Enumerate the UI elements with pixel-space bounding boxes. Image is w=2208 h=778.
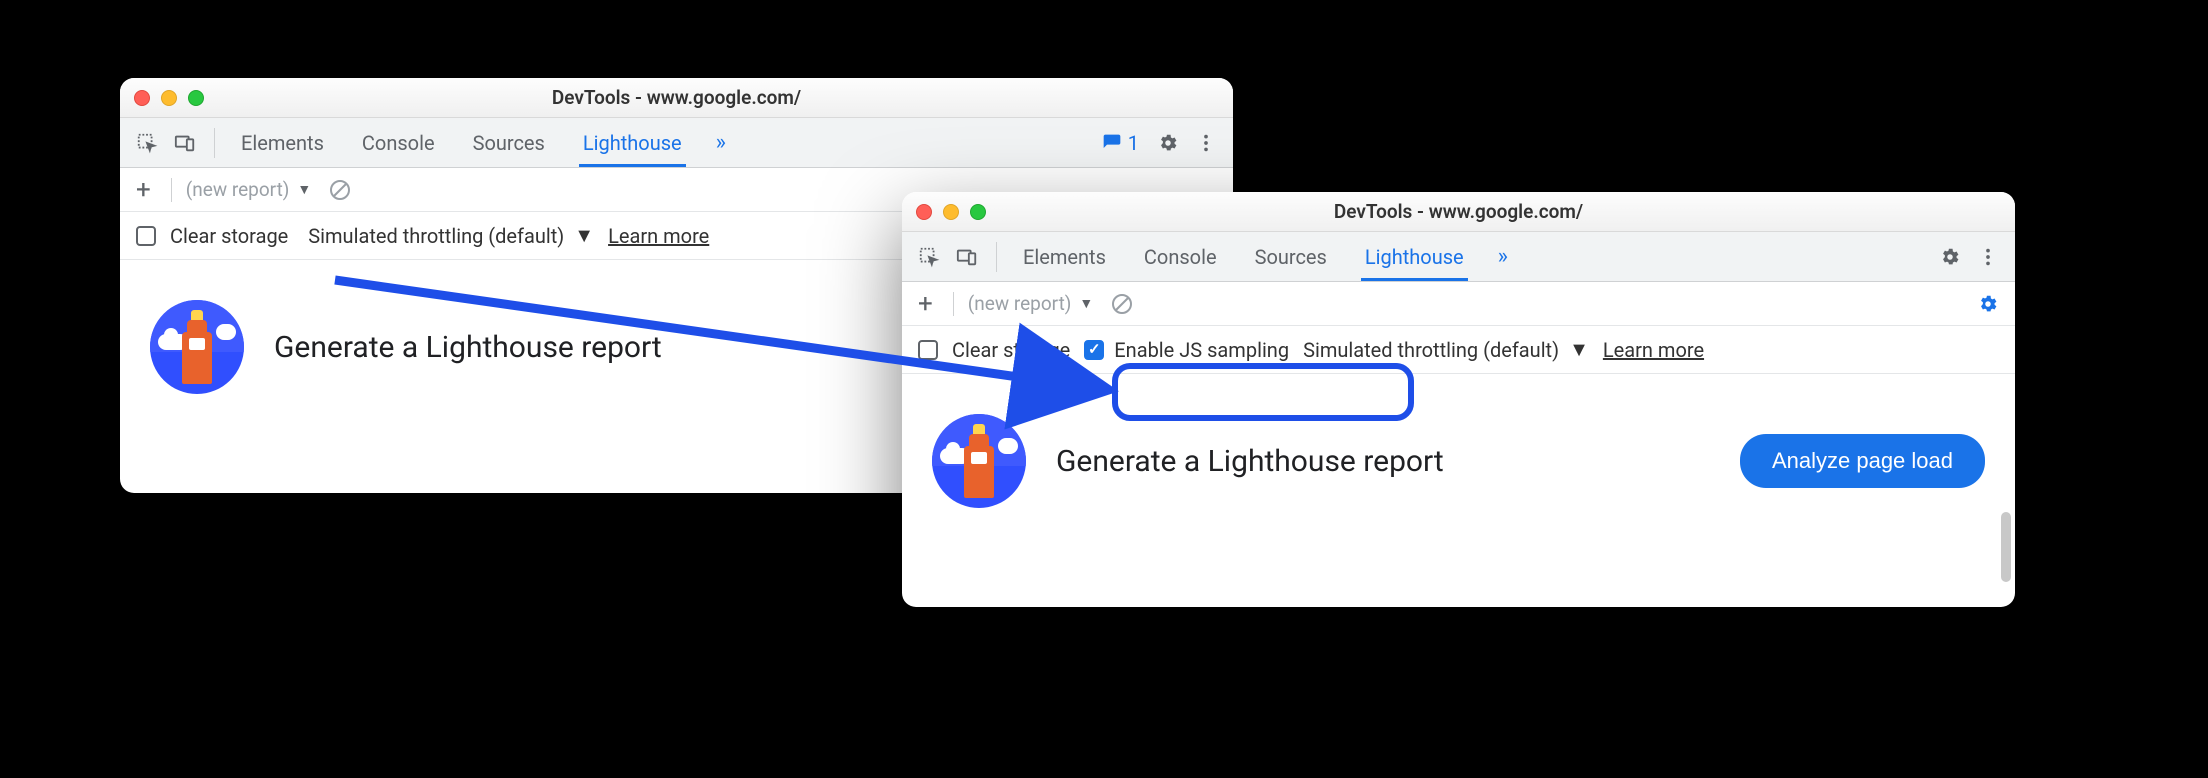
issues-button[interactable]: 1	[1094, 127, 1147, 159]
enable-js-sampling-checkbox[interactable]	[1084, 340, 1104, 360]
window-title: DevTools - www.google.com/	[902, 200, 2015, 223]
scrollbar-thumb[interactable]	[2001, 512, 2011, 582]
lighthouse-logo-icon	[932, 414, 1026, 508]
device-toolbar-icon[interactable]	[168, 126, 202, 160]
tab-lighthouse[interactable]: Lighthouse	[1361, 233, 1468, 281]
window-title: DevTools - www.google.com/	[120, 86, 1233, 109]
lighthouse-main: Generate a Lighthouse report Analyze pag…	[902, 374, 2015, 548]
caret-down-icon: ▼	[297, 181, 311, 198]
more-menu-icon[interactable]	[1189, 126, 1223, 160]
lighthouse-subbar: + (new report) ▼	[902, 282, 2015, 326]
tab-elements[interactable]: Elements	[1019, 233, 1110, 281]
throttling-select[interactable]: Simulated throttling (default) ▼	[1303, 337, 1589, 362]
devtools-tabbar: Elements Console Sources Lighthouse » 1	[120, 118, 1233, 168]
tab-console[interactable]: Console	[1140, 233, 1221, 281]
settings-gear-icon[interactable]	[1151, 126, 1185, 160]
tab-elements[interactable]: Elements	[237, 119, 328, 167]
lighthouse-logo-icon	[150, 300, 244, 394]
more-tabs-icon[interactable]: »	[716, 130, 726, 155]
settings-gear-icon[interactable]	[1933, 240, 1967, 274]
clear-storage-label: Clear storage	[952, 338, 1070, 362]
tab-console[interactable]: Console	[358, 119, 439, 167]
caret-down-icon: ▼	[1079, 295, 1093, 312]
clear-storage-checkbox[interactable]	[918, 340, 938, 360]
learn-more-link[interactable]: Learn more	[1603, 338, 1704, 362]
more-menu-icon[interactable]	[1971, 240, 2005, 274]
clear-storage-label: Clear storage	[170, 224, 288, 248]
tab-sources[interactable]: Sources	[469, 119, 549, 167]
new-report-icon[interactable]: +	[130, 175, 157, 205]
throttling-select[interactable]: Simulated throttling (default) ▼	[308, 223, 594, 248]
inspect-element-icon[interactable]	[130, 126, 164, 160]
clear-icon[interactable]	[323, 173, 357, 207]
tab-lighthouse[interactable]: Lighthouse	[579, 119, 686, 167]
more-tabs-icon[interactable]: »	[1498, 244, 1508, 269]
device-toolbar-icon[interactable]	[950, 240, 984, 274]
caret-down-icon: ▼	[1569, 337, 1589, 362]
report-dropdown[interactable]: (new report) ▼	[186, 178, 312, 201]
devtools-window-after: DevTools - www.google.com/ Elements Cons…	[902, 192, 2015, 607]
issues-count: 1	[1128, 131, 1139, 155]
page-heading: Generate a Lighthouse report	[1056, 444, 1710, 479]
lighthouse-options-row: Clear storage Enable JS sampling Simulat…	[902, 326, 2015, 374]
titlebar: DevTools - www.google.com/	[120, 78, 1233, 118]
analyze-button[interactable]: Analyze page load	[1740, 434, 1985, 488]
enable-js-sampling-label: Enable JS sampling	[1114, 338, 1289, 362]
new-report-icon[interactable]: +	[912, 289, 939, 319]
devtools-tabbar: Elements Console Sources Lighthouse »	[902, 232, 2015, 282]
lighthouse-settings-gear-icon[interactable]	[1971, 287, 2005, 321]
clear-icon[interactable]	[1105, 287, 1139, 321]
learn-more-link[interactable]: Learn more	[608, 224, 709, 248]
enable-js-sampling-group: Enable JS sampling	[1084, 338, 1289, 362]
clear-storage-checkbox[interactable]	[136, 226, 156, 246]
caret-down-icon: ▼	[574, 223, 594, 248]
inspect-element-icon[interactable]	[912, 240, 946, 274]
report-dropdown[interactable]: (new report) ▼	[968, 292, 1094, 315]
titlebar: DevTools - www.google.com/	[902, 192, 2015, 232]
tab-sources[interactable]: Sources	[1251, 233, 1331, 281]
